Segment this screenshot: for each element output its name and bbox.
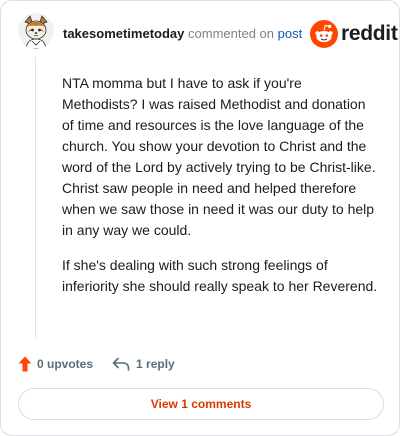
upvote-button[interactable]: 0 upvotes bbox=[18, 356, 93, 372]
reply-button[interactable]: 1 reply bbox=[112, 357, 175, 371]
avatar-illustration bbox=[18, 13, 54, 49]
reddit-wordmark: reddit bbox=[341, 22, 398, 45]
reddit-logo[interactable]: reddit bbox=[310, 20, 398, 48]
thread-line bbox=[35, 57, 36, 339]
reply-arrow-icon bbox=[112, 357, 130, 371]
comment-header: takesometimetoday commented on post bbox=[63, 26, 302, 42]
comment-card: takesometimetoday commented on post redd… bbox=[0, 0, 400, 436]
post-link[interactable]: post bbox=[278, 26, 303, 41]
upvote-arrow-icon bbox=[18, 356, 32, 372]
comment-body: NTA momma but I have to ask if you're Me… bbox=[62, 73, 380, 311]
comment-paragraph: If she's dealing with such strong feelin… bbox=[62, 257, 378, 294]
reply-count: 1 reply bbox=[136, 357, 175, 371]
commented-on-text: commented on bbox=[188, 26, 275, 41]
upvote-count: 0 upvotes bbox=[37, 357, 94, 371]
view-comments-button[interactable]: View 1 comments bbox=[18, 388, 384, 420]
user-avatar[interactable] bbox=[18, 13, 54, 49]
comment-actions: 0 upvotes 1 reply bbox=[18, 355, 175, 373]
comment-paragraph: NTA momma but I have to ask if you're Me… bbox=[62, 75, 376, 238]
reddit-snoo-icon bbox=[310, 20, 338, 48]
username-link[interactable]: takesometimetoday bbox=[63, 26, 184, 41]
